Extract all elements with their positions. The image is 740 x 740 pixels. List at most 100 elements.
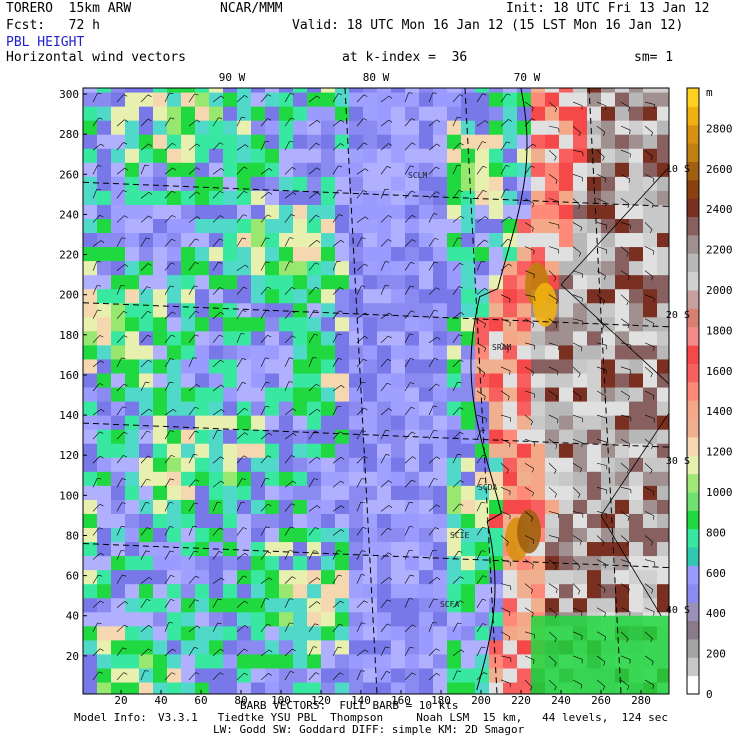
heat-cell: [587, 541, 602, 557]
heat-cell: [321, 148, 336, 163]
heat-cell: [447, 471, 462, 486]
x-tick-label: 40: [154, 694, 167, 707]
heat-cell: [139, 611, 154, 627]
heat-cell: [321, 288, 336, 304]
heat-cell: [307, 246, 322, 262]
heat-cell: [517, 443, 532, 458]
colorbar-label: 2600: [706, 163, 733, 176]
heat-cell: [615, 541, 630, 557]
heat-cell: [601, 274, 616, 290]
heat-cell: [419, 106, 434, 121]
heat-cell: [615, 569, 630, 585]
colorbar-label: 200: [706, 648, 726, 661]
heat-cell: [643, 190, 658, 205]
heat-cell: [545, 232, 560, 248]
heat-cell: [377, 541, 392, 557]
heat-cell: [475, 218, 490, 234]
heat-cell: [279, 499, 294, 514]
heat-cell: [181, 190, 196, 205]
heat-cell: [363, 443, 378, 458]
heat-cell: [643, 569, 658, 585]
heat-cell: [377, 415, 392, 430]
heat-cell: [517, 415, 532, 430]
heat-cell: [531, 218, 546, 234]
heat-cell: [195, 162, 210, 177]
heat-cell: [433, 611, 448, 627]
heat-cell: [279, 541, 294, 557]
heat-cell: [391, 274, 406, 290]
heat-cell: [293, 316, 308, 332]
heat-cell: [433, 92, 448, 107]
heat-cell: [209, 625, 224, 641]
heat-cell: [139, 386, 154, 402]
heat-cell: [335, 148, 350, 163]
heat-cell: [615, 120, 630, 135]
heat-cell: [195, 246, 210, 262]
heat-cell: [391, 583, 406, 599]
heat-cell: [139, 106, 154, 121]
heat-cell: [419, 274, 434, 290]
heat-cell: [391, 611, 406, 627]
heat-cell: [279, 120, 294, 135]
heat-cell: [447, 541, 462, 557]
heat-cell: [391, 541, 406, 557]
heat-cell: [97, 246, 112, 262]
heat-cell: [349, 611, 364, 627]
heat-cell: [615, 527, 630, 543]
heat-cell: [307, 106, 322, 121]
heat-cell: [559, 288, 574, 304]
heat-cell: [573, 176, 588, 191]
heat-cell: [223, 232, 238, 248]
colorbar-label: 0: [706, 688, 713, 701]
heat-cell: [237, 457, 252, 472]
heat-cell: [629, 302, 644, 318]
x-tick-label: 60: [194, 694, 207, 707]
heat-cell: [377, 401, 392, 416]
heat-cell: [335, 639, 350, 655]
heat-cell: [573, 597, 588, 613]
heat-cell: [153, 260, 168, 276]
colorbar-label: 2000: [706, 284, 733, 297]
heat-cell: [293, 190, 308, 205]
heat-cell: [251, 597, 266, 613]
heat-cell: [111, 555, 126, 571]
heat-cell: [167, 148, 182, 163]
heat-cell: [601, 429, 616, 444]
heat-cell: [209, 499, 224, 514]
heat-cell: [377, 583, 392, 599]
heat-cell: [335, 513, 350, 529]
heat-cell: [573, 88, 588, 93]
heat-cell: [461, 611, 476, 627]
heat-cell: [615, 176, 630, 191]
heat-cell: [265, 316, 280, 332]
heat-cell: [265, 401, 280, 416]
heat-cell: [251, 344, 266, 360]
heat-cell: [615, 204, 630, 219]
heat-cell: [251, 232, 266, 248]
heat-cell: [405, 358, 420, 374]
heat-cell: [153, 639, 168, 655]
heat-cell: [83, 88, 98, 93]
heat-cell: [489, 358, 504, 374]
heat-cell: [363, 386, 378, 402]
heat-cell: [559, 176, 574, 191]
colorbar-swatch: [687, 88, 699, 107]
heat-cell: [279, 372, 294, 388]
heat-cell: [167, 106, 182, 121]
heat-cell: [349, 162, 364, 177]
heat-cell: [307, 190, 322, 205]
heat-cell: [307, 457, 322, 472]
heat-cell: [349, 148, 364, 163]
heat-cell: [125, 232, 140, 248]
heat-cell: [503, 569, 518, 585]
heat-cell: [335, 485, 350, 500]
heat-cell: [433, 274, 448, 290]
heat-cell: [629, 148, 644, 163]
heat-cell: [545, 148, 560, 163]
heat-cell: [503, 429, 518, 444]
heat-cell: [517, 611, 532, 627]
heat-cell: [391, 415, 406, 430]
heat-cell: [111, 260, 126, 276]
heat-cell: [279, 274, 294, 290]
heat-cell: [307, 555, 322, 571]
